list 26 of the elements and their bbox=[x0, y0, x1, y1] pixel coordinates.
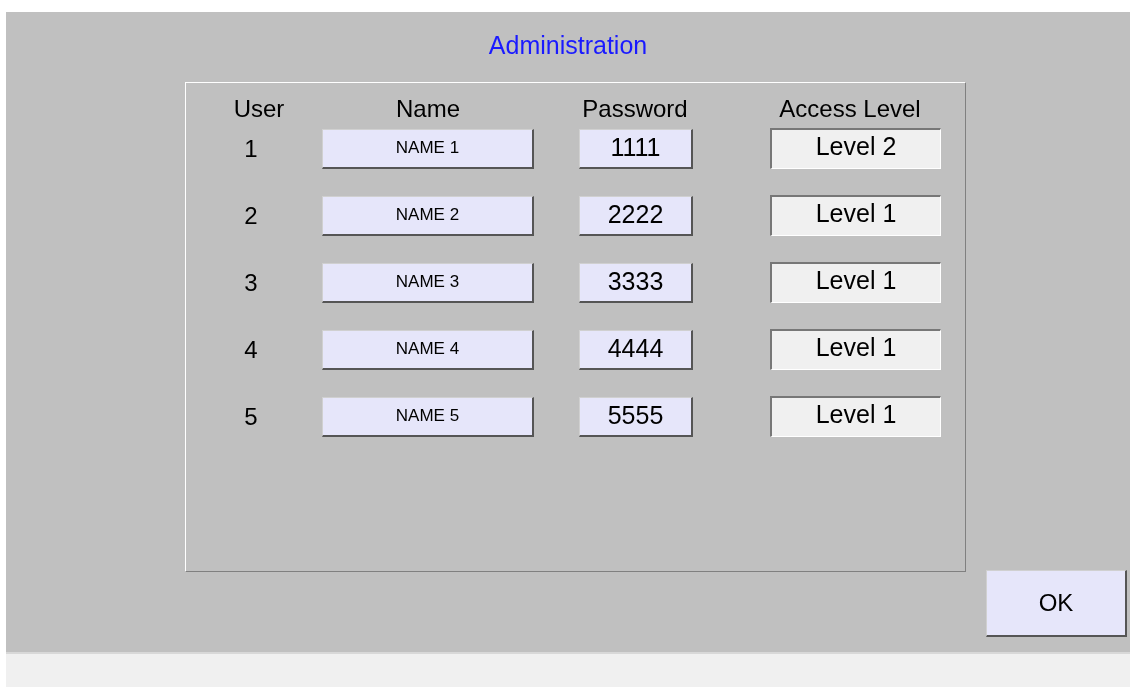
password-field[interactable]: 4444 bbox=[579, 329, 693, 370]
access-level-field[interactable]: Level 1 bbox=[770, 262, 941, 303]
name-field[interactable]: NAME 5 bbox=[322, 396, 534, 437]
name-field[interactable]: NAME 3 bbox=[322, 262, 534, 303]
user-number: 5 bbox=[243, 401, 259, 432]
access-level-field[interactable]: Level 1 bbox=[770, 396, 941, 437]
column-header: User bbox=[232, 94, 286, 124]
password-field[interactable]: 2222 bbox=[579, 195, 693, 236]
user-number: 4 bbox=[243, 334, 259, 365]
name-field[interactable]: NAME 1 bbox=[322, 128, 534, 169]
password-field[interactable]: 1111 bbox=[579, 128, 693, 169]
access-level-field[interactable]: Level 2 bbox=[770, 128, 941, 169]
password-field[interactable]: 5555 bbox=[579, 396, 693, 437]
column-header: Name bbox=[395, 94, 461, 124]
screen-title: Administration bbox=[488, 30, 648, 62]
column-header: Access Level bbox=[778, 94, 922, 124]
name-field[interactable]: NAME 4 bbox=[322, 329, 534, 370]
access-level-field[interactable]: Level 1 bbox=[770, 329, 941, 370]
user-number: 2 bbox=[243, 200, 259, 231]
ok-button[interactable]: OK bbox=[986, 570, 1127, 637]
user-number: 3 bbox=[243, 267, 259, 298]
column-header: Password bbox=[581, 94, 689, 124]
name-field[interactable]: NAME 2 bbox=[322, 195, 534, 236]
password-field[interactable]: 3333 bbox=[579, 262, 693, 303]
access-level-field[interactable]: Level 1 bbox=[770, 195, 941, 236]
user-number: 1 bbox=[243, 133, 259, 164]
